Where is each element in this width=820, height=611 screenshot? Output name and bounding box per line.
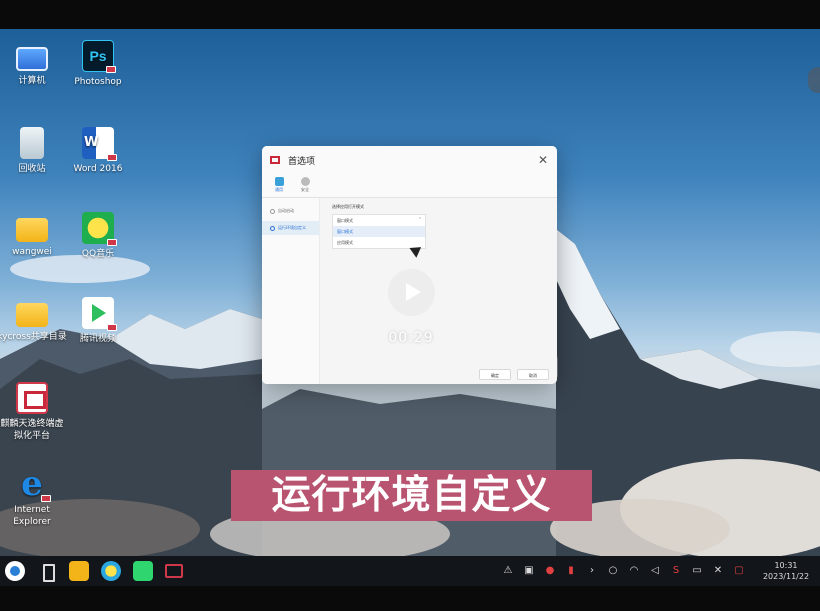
ie-icon: e <box>16 467 51 502</box>
open-mode-option[interactable]: 窗口模式 ⌃ <box>333 215 425 226</box>
desktop-icon-kylin[interactable]: 麒麟天逸终端虚拟化平台 <box>0 382 67 442</box>
desktop-icon-computer[interactable]: 计算机 <box>0 42 67 87</box>
badge-icon <box>107 154 117 161</box>
video-timestamp: 00:29 <box>388 330 434 346</box>
ok-button[interactable]: 确定 <box>479 369 511 380</box>
desktop-icon-label: 计算机 <box>18 76 46 86</box>
desktop-icon-label: Word 2016 <box>73 164 123 174</box>
multitask-view-button[interactable] <box>37 561 57 582</box>
chevron-up-icon: ⌃ <box>417 217 422 223</box>
folder-icon <box>16 218 48 242</box>
word-glyph: W <box>84 135 99 150</box>
desktop-icon-label: Photoshop <box>74 77 122 87</box>
taskbar-apps <box>0 561 183 582</box>
option-label: 窗口模式 <box>337 218 353 223</box>
clock-date: 2023/11/22 <box>762 572 810 581</box>
option-label: 应用模式 <box>337 240 353 245</box>
dialog-titlebar[interactable]: 首选项 ✕ <box>262 146 557 174</box>
clipboard-icon[interactable]: ▣ <box>523 565 535 577</box>
autostart-icon <box>270 208 275 214</box>
dialog-sidebar: 自动启动 运行环境自定义 <box>262 198 320 384</box>
browser-button[interactable] <box>101 561 121 581</box>
photoshop-glyph: Ps <box>89 48 107 64</box>
dialog-toolbar: 通用 安全 <box>262 174 557 198</box>
chevron-right-icon[interactable]: › <box>586 565 598 577</box>
letterbox-top <box>0 0 820 29</box>
sidebar-item-label: 运行环境自定义 <box>278 225 306 230</box>
section-title: 选择应用打开模式 <box>332 204 364 209</box>
tencent-video-icon <box>82 297 117 331</box>
desktop-icon-label: wangwei <box>12 247 52 257</box>
folder-icon <box>16 303 48 327</box>
open-mode-dropdown[interactable]: 窗口模式 ⌃ 窗口模式 应用模式 <box>332 214 426 249</box>
computer-icon <box>16 47 48 71</box>
word-icon: W <box>82 127 117 161</box>
qq-music-icon <box>82 212 117 246</box>
desktop-icon-label: 回收站 <box>18 164 46 174</box>
kylin-app-button[interactable] <box>165 564 183 578</box>
desktop-icon-photoshop[interactable]: Ps Photoshop <box>63 40 133 88</box>
camera-icon[interactable]: ▮ <box>565 565 577 577</box>
battery-icon[interactable]: ▭ <box>691 565 703 577</box>
dialog-title: 首选项 <box>288 156 316 167</box>
clock-time: 10:31 <box>774 561 798 570</box>
dialog-main-panel: 选择应用打开模式 窗口模式 ⌃ 窗口模式 应用模式 确定 取消 <box>320 198 557 384</box>
badge-icon <box>107 239 117 246</box>
desktop-icon-word[interactable]: W Word 2016 <box>63 127 133 175</box>
wifi-icon[interactable]: ◠ <box>628 565 640 577</box>
badge-icon <box>106 66 116 73</box>
tab-general[interactable]: 通用 <box>270 174 288 197</box>
general-icon <box>274 177 284 186</box>
tab-security[interactable]: 安全 <box>296 174 314 197</box>
runtime-icon <box>270 225 275 231</box>
wechat-button[interactable] <box>133 561 153 581</box>
edge-panel-handle[interactable] <box>808 67 820 93</box>
sogou-input-icon[interactable]: S <box>670 565 682 577</box>
desktop-icon-label: 腾讯视频 <box>79 334 116 344</box>
recycle-bin-icon <box>20 127 44 159</box>
desktop-icon-label: QQ音乐 <box>81 249 115 259</box>
desktop-icon-label: Internet Explorer <box>13 505 51 527</box>
kylin-icon <box>16 382 48 414</box>
desktop-icon-qq-music[interactable]: QQ音乐 <box>63 212 133 260</box>
taskbar: ⚠ ▣ ● ▮ › ○ ◠ ◁ S ▭ ✕ ▢ 10:31 2023/11/22 <box>0 556 820 586</box>
desktop-icon-recycle-bin[interactable]: 回收站 <box>0 127 67 175</box>
sidebar-item-autostart[interactable]: 自动启动 <box>262 204 319 218</box>
tab-label: 安全 <box>301 187 309 192</box>
option-label: 窗口模式 <box>337 229 353 234</box>
desktop-icon-kycross[interactable]: kycross共享目录 <box>0 297 67 343</box>
desktop-icon-ie[interactable]: e Internet Explorer <box>0 467 67 528</box>
network-share-icon[interactable]: ⚠ <box>502 565 514 577</box>
volume-icon[interactable]: ◁ <box>649 565 661 577</box>
letterbox-bottom <box>0 586 820 611</box>
start-menu-button[interactable] <box>5 561 25 581</box>
sidebar-item-runtime-custom[interactable]: 运行环境自定义 <box>262 221 319 235</box>
play-button[interactable] <box>388 269 435 316</box>
tab-label: 通用 <box>275 187 283 192</box>
system-tray: ⚠ ▣ ● ▮ › ○ ◠ ◁ S ▭ ✕ ▢ 10:31 2023/11/22 <box>502 560 820 582</box>
close-button[interactable]: ✕ <box>529 153 557 167</box>
photoshop-icon: Ps <box>82 40 116 73</box>
badge-icon <box>41 495 51 502</box>
ie-glyph: e <box>21 464 43 504</box>
clock[interactable]: 10:31 2023/11/22 <box>760 560 812 582</box>
video-caption: 运行环境自定义 <box>231 470 592 521</box>
desktop-icon-label: kycross共享目录 <box>0 332 67 342</box>
preferences-dialog: 首选项 ✕ 通用 安全 自动启动 运行环境自定义 选择应用打开模式 窗口模式 ⌃… <box>262 146 557 384</box>
record-icon[interactable]: ● <box>544 565 556 577</box>
dialog-footer: 确定 取消 <box>479 369 549 380</box>
desktop-icon-tencent-video[interactable]: 腾讯视频 <box>63 297 133 345</box>
desktop-icon-wangwei[interactable]: wangwei <box>0 212 67 258</box>
badge-icon <box>107 324 117 331</box>
kylin-logo-icon <box>270 156 280 164</box>
sidebar-item-label: 自动启动 <box>278 208 294 213</box>
notification-icon[interactable]: ▢ <box>733 565 745 577</box>
file-manager-button[interactable] <box>69 561 89 581</box>
open-mode-option[interactable]: 窗口模式 <box>333 226 425 237</box>
search-icon[interactable]: ○ <box>607 565 619 577</box>
desktop-icon-label: 麒麟天逸终端虚拟化平台 <box>0 419 64 441</box>
security-icon <box>300 177 310 186</box>
tools-icon[interactable]: ✕ <box>712 565 724 577</box>
cancel-button[interactable]: 取消 <box>517 369 549 380</box>
